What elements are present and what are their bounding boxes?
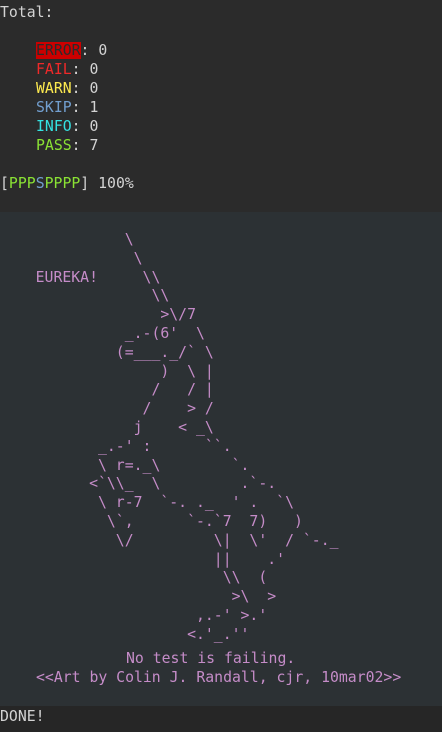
status-bar: DONE! — [0, 706, 442, 732]
art-line: \`, `-.`7 7) ) — [106, 512, 303, 530]
art-line: ,.-' >.' — [195, 606, 268, 624]
info-label: INFO — [36, 118, 72, 135]
error-count: 0 — [98, 42, 108, 59]
stat-info: INFO: 0 — [36, 118, 99, 135]
total-heading: Total: — [0, 4, 54, 21]
fail-count: 0 — [89, 61, 99, 78]
progress-mark: P — [44, 175, 54, 192]
art-line: >\ > — [231, 588, 277, 606]
progress-bracket-close: ] — [80, 175, 90, 192]
success-art-panel: \ \ EUREKA! \\ \\ >\/7 _.-(6' \ (=___._/… — [0, 212, 442, 706]
art-line: j < _\ — [133, 418, 214, 436]
progress-mark: P — [17, 175, 27, 192]
fail-label: FAIL — [36, 61, 72, 78]
art-line: EUREKA! \\ — [35, 268, 161, 286]
art-line: _.-(6' \ — [124, 324, 205, 342]
art-line: \ — [124, 231, 134, 248]
progress-mark-skip: S — [35, 175, 45, 192]
art-line: \ r-7 `-. ._ ' . `\ — [97, 494, 294, 512]
stat-fail: FAIL: 0 — [36, 61, 99, 78]
pass-label: PASS — [36, 137, 72, 154]
art-line: \ — [133, 249, 143, 267]
art-line: || .' — [213, 550, 286, 568]
warn-label: WARN — [36, 80, 72, 97]
art-line: ) \ | — [160, 362, 214, 380]
info-count: 0 — [89, 118, 99, 135]
progress-bar: [PPPSPPPP] 100% — [0, 175, 134, 194]
art-line: \/ \| \' / `-._ — [115, 531, 339, 549]
art-line: / / | — [151, 381, 214, 399]
error-label: ERROR — [36, 42, 81, 59]
done-status: DONE! — [0, 708, 45, 725]
skip-label: SKIP — [36, 99, 72, 116]
stat-pass: PASS: 7 — [36, 137, 99, 154]
unicorn-ascii-art: \ \ EUREKA! \\ \\ >\/7 _.-(6' \ (=___._/… — [0, 231, 339, 645]
warn-count: 0 — [89, 80, 99, 97]
art-credit: <<Art by Colin J. Randall, cjr, 10mar02>… — [36, 669, 402, 686]
art-line: / > / — [142, 400, 214, 418]
progress-mark: P — [8, 175, 18, 192]
art-line: \\ — [151, 287, 170, 305]
progress-mark: P — [71, 175, 81, 192]
progress-bracket-open: [ — [0, 175, 9, 192]
art-line: <`\\_ \ .`-. — [89, 475, 277, 493]
stat-error: ERROR: 0 — [36, 42, 108, 59]
success-message: No test is failing. — [126, 650, 296, 667]
art-line: \ r=._\ `. — [97, 456, 250, 474]
art-line: _.-' : ``. — [97, 437, 232, 455]
art-line: \\ ( — [222, 569, 268, 587]
art-line: (=___._/` \ — [115, 343, 214, 361]
progress-percent: 100% — [98, 175, 134, 192]
progress-mark: P — [26, 175, 36, 192]
pass-count: 7 — [89, 137, 99, 154]
art-line: <.'_.'' — [187, 625, 250, 643]
test-summary-panel: Total: ERROR: 0 FAIL: 0 WARN: 0 SKIP: 1 … — [0, 0, 442, 212]
skip-count: 1 — [89, 99, 99, 116]
stat-warn: WARN: 0 — [36, 80, 99, 97]
art-line: >\/7 — [160, 306, 196, 324]
stat-skip: SKIP: 1 — [36, 99, 99, 116]
